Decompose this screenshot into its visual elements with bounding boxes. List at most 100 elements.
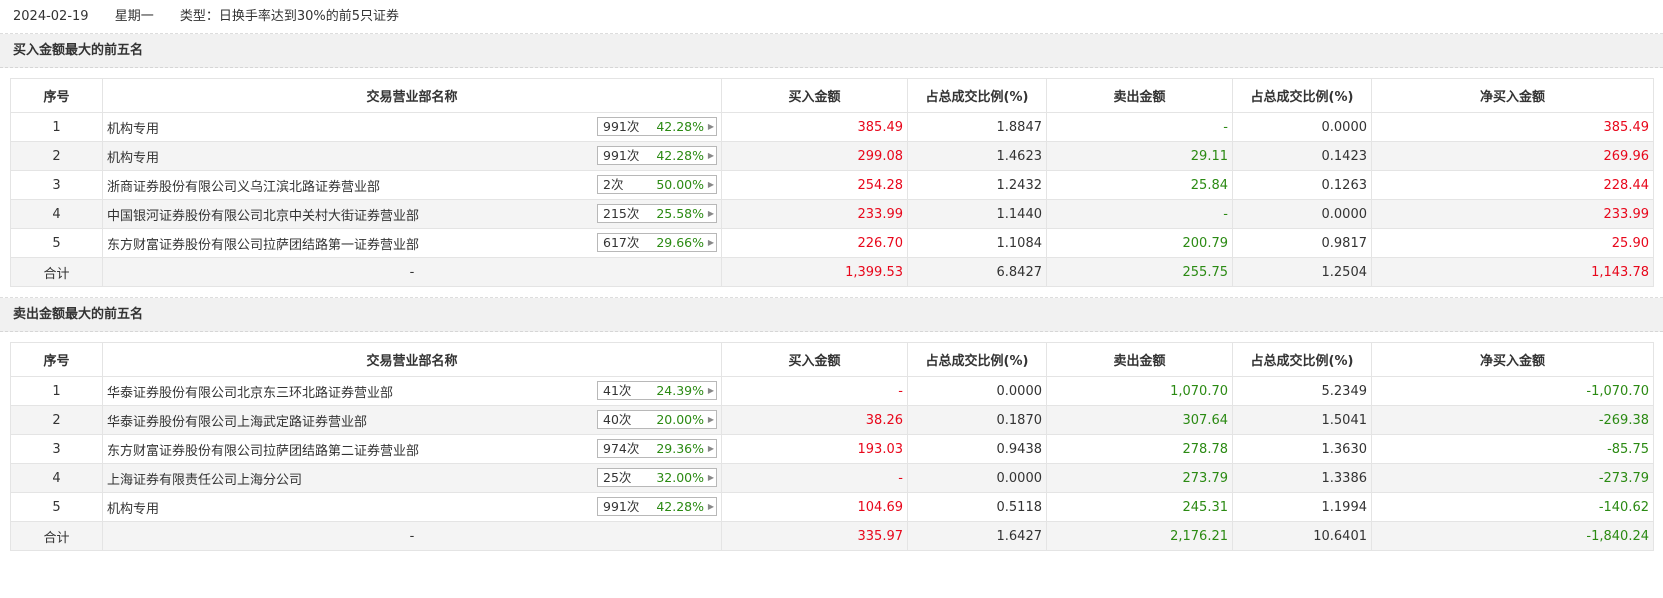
chevron-right-icon: ▶ xyxy=(707,209,714,218)
col-rank-header[interactable]: 序号 xyxy=(10,78,103,113)
appearance-count: 41次 xyxy=(603,383,632,398)
branch-name[interactable]: 东方财富证券股份有限公司拉萨团结路第一证券营业部 xyxy=(107,238,419,253)
sell-ratio-cell: 1.3630 xyxy=(1232,434,1372,464)
branch-name-cell[interactable]: 中国银河证券股份有限公司北京中关村大街证券营业部 215次 25.58% ▶ xyxy=(102,199,722,229)
branch-name[interactable]: 机构专用 xyxy=(107,151,159,166)
branch-stats-badge[interactable]: 25次 32.00% ▶ xyxy=(597,468,717,487)
branch-name-cell[interactable]: 上海证券有限责任公司上海分公司 25次 32.00% ▶ xyxy=(102,463,722,493)
buy-amount-cell: - xyxy=(721,376,908,406)
branch-stats-badge[interactable]: 215次 25.58% ▶ xyxy=(597,204,717,223)
sell-amount-cell: 29.11 xyxy=(1046,141,1233,171)
win-rate: 42.28% xyxy=(656,119,704,134)
sell-ratio-cell: 0.0000 xyxy=(1232,112,1372,142)
table-row[interactable]: 3 东方财富证券股份有限公司拉萨团结路第二证券营业部 974次 29.36% ▶ 193.… xyxy=(10,434,1654,464)
list-type: 类型：日换手率达到30%的前5只证券 xyxy=(179,9,400,24)
branch-name-cell[interactable]: 机构专用 991次 42.28% ▶ xyxy=(102,112,722,142)
branch-stats-badge[interactable]: 974次 29.36% ▶ xyxy=(597,439,717,458)
sell-amount-cell: 245.31 xyxy=(1046,492,1233,522)
branch-stats-badge[interactable]: 40次 20.00% ▶ xyxy=(597,410,717,429)
appearance-count: 991次 xyxy=(603,119,640,134)
branch-name[interactable]: 上海证券有限责任公司上海分公司 xyxy=(107,473,302,488)
col-branch-header[interactable]: 交易营业部名称 xyxy=(102,78,722,113)
branch-name[interactable]: 华泰证券股份有限公司上海武定路证券营业部 xyxy=(107,415,367,430)
total-sell-ratio: 10.6401 xyxy=(1232,521,1372,551)
chevron-right-icon: ▶ xyxy=(707,415,714,424)
sell-amount-cell: 273.79 xyxy=(1046,463,1233,493)
col-buy-ratio-header[interactable]: 占总成交比例(%) xyxy=(907,78,1047,113)
net-amount-cell: -1,070.70 xyxy=(1371,376,1654,406)
sell-ratio-cell: 0.9817 xyxy=(1232,228,1372,258)
buy-ratio-cell: 1.8847 xyxy=(907,112,1047,142)
total-buy-ratio: 6.8427 xyxy=(907,257,1047,287)
col-buy-header[interactable]: 买入金额 xyxy=(721,78,908,113)
col-buy-header[interactable]: 买入金额 xyxy=(721,342,908,377)
table-row[interactable]: 2 华泰证券股份有限公司上海武定路证券营业部 40次 20.00% ▶ 38.26 0.18… xyxy=(10,405,1654,435)
buy-ratio-cell: 1.1084 xyxy=(907,228,1047,258)
table-row[interactable]: 1 华泰证券股份有限公司北京东三环北路证券营业部 41次 24.39% ▶ -0.0000… xyxy=(10,376,1654,406)
total-label: 合计 xyxy=(10,521,103,551)
branch-stats-badge[interactable]: 991次 42.28% ▶ xyxy=(597,497,717,516)
sell-ratio-cell: 1.5041 xyxy=(1232,405,1372,435)
table-row[interactable]: 5 机构专用 991次 42.28% ▶ 104.69 0.5118 245.31 1.1994… xyxy=(10,492,1654,522)
total-sell: 255.75 xyxy=(1046,257,1233,287)
branch-name[interactable]: 华泰证券股份有限公司北京东三环北路证券营业部 xyxy=(107,386,393,401)
table-row[interactable]: 3 浙商证券股份有限公司义乌江滨北路证券营业部 2次 50.00% ▶ 254.28 1.2… xyxy=(10,170,1654,200)
branch-name[interactable]: 中国银河证券股份有限公司北京中关村大街证券营业部 xyxy=(107,209,419,224)
sell-amount-cell: 307.64 xyxy=(1046,405,1233,435)
col-sell-header[interactable]: 卖出金额 xyxy=(1046,342,1233,377)
table-row[interactable]: 4 上海证券有限责任公司上海分公司 25次 32.00% ▶ -0.0000 273.79 1… xyxy=(10,463,1654,493)
col-rank-header[interactable]: 序号 xyxy=(10,342,103,377)
branch-name-cell[interactable]: 浙商证券股份有限公司义乌江滨北路证券营业部 2次 50.00% ▶ xyxy=(102,170,722,200)
chevron-right-icon: ▶ xyxy=(707,122,714,131)
branch-name-cell[interactable]: 机构专用 991次 42.28% ▶ xyxy=(102,492,722,522)
rank-cell: 4 xyxy=(10,463,103,493)
sell-ratio-cell: 0.0000 xyxy=(1232,199,1372,229)
weekday: 星期一 xyxy=(114,9,154,24)
buy-amount-cell: 226.70 xyxy=(721,228,908,258)
branch-name[interactable]: 机构专用 xyxy=(107,502,159,517)
table-row[interactable]: 1 机构专用 991次 42.28% ▶ 385.49 1.8847-0.0000 385.4… xyxy=(10,112,1654,142)
sell-amount-cell: 25.84 xyxy=(1046,170,1233,200)
table-row[interactable]: 2 机构专用 991次 42.28% ▶ 299.08 1.4623 29.11 0.1423 2… xyxy=(10,141,1654,171)
total-net: 1,143.78 xyxy=(1371,257,1654,287)
sell-amount-cell: - xyxy=(1046,199,1233,229)
total-net: -1,840.24 xyxy=(1371,521,1654,551)
branch-stats-badge[interactable]: 991次 42.28% ▶ xyxy=(597,146,717,165)
branch-name[interactable]: 东方财富证券股份有限公司拉萨团结路第二证券营业部 xyxy=(107,444,419,459)
branch-name-cell[interactable]: 东方财富证券股份有限公司拉萨团结路第一证券营业部 617次 29.66% ▶ xyxy=(102,228,722,258)
chevron-right-icon: ▶ xyxy=(707,238,714,247)
branch-name-cell[interactable]: 东方财富证券股份有限公司拉萨团结路第二证券营业部 974次 29.36% ▶ xyxy=(102,434,722,464)
chevron-right-icon: ▶ xyxy=(707,502,714,511)
col-sell-ratio-header[interactable]: 占总成交比例(%) xyxy=(1232,78,1372,113)
branch-stats-badge[interactable]: 617次 29.66% ▶ xyxy=(597,233,717,252)
branch-name[interactable]: 浙商证券股份有限公司义乌江滨北路证券营业部 xyxy=(107,180,380,195)
col-net-header[interactable]: 净买入金额 xyxy=(1371,342,1654,377)
net-amount-cell: 25.90 xyxy=(1371,228,1654,258)
sell-ratio-cell: 0.1423 xyxy=(1232,141,1372,171)
buy-ratio-cell: 0.5118 xyxy=(907,492,1047,522)
branch-stats-badge[interactable]: 991次 42.28% ▶ xyxy=(597,117,717,136)
table-row[interactable]: 5 东方财富证券股份有限公司拉萨团结路第一证券营业部 617次 29.66% ▶ 226.… xyxy=(10,228,1654,258)
col-sell-header[interactable]: 卖出金额 xyxy=(1046,78,1233,113)
branch-name-cell[interactable]: 机构专用 991次 42.28% ▶ xyxy=(102,141,722,171)
branch-stats-badge[interactable]: 2次 50.00% ▶ xyxy=(597,175,717,194)
branch-name-cell[interactable]: 华泰证券股份有限公司上海武定路证券营业部 40次 20.00% ▶ xyxy=(102,405,722,435)
col-net-header[interactable]: 净买入金额 xyxy=(1371,78,1654,113)
sell-amount-cell: 1,070.70 xyxy=(1046,376,1233,406)
col-buy-ratio-header[interactable]: 占总成交比例(%) xyxy=(907,342,1047,377)
buy-amount-cell: 193.03 xyxy=(721,434,908,464)
table-header-row: 序号 交易营业部名称 买入金额 占总成交比例(%) 卖出金额 占总成交比例(%) 净买入金额 xyxy=(10,78,1654,113)
col-sell-ratio-header[interactable]: 占总成交比例(%) xyxy=(1232,342,1372,377)
rank-cell: 2 xyxy=(10,405,103,435)
table-row[interactable]: 4 中国银河证券股份有限公司北京中关村大街证券营业部 215次 25.58% ▶ 233.… xyxy=(10,199,1654,229)
appearance-count: 974次 xyxy=(603,441,640,456)
net-amount-cell: -140.62 xyxy=(1371,492,1654,522)
rank-cell: 3 xyxy=(10,434,103,464)
net-amount-cell: 228.44 xyxy=(1371,170,1654,200)
branch-name[interactable]: 机构专用 xyxy=(107,122,159,137)
buy-ratio-cell: 1.2432 xyxy=(907,170,1047,200)
sell-ratio-cell: 1.1994 xyxy=(1232,492,1372,522)
branch-stats-badge[interactable]: 41次 24.39% ▶ xyxy=(597,381,717,400)
col-branch-header[interactable]: 交易营业部名称 xyxy=(102,342,722,377)
branch-name-cell[interactable]: 华泰证券股份有限公司北京东三环北路证券营业部 41次 24.39% ▶ xyxy=(102,376,722,406)
